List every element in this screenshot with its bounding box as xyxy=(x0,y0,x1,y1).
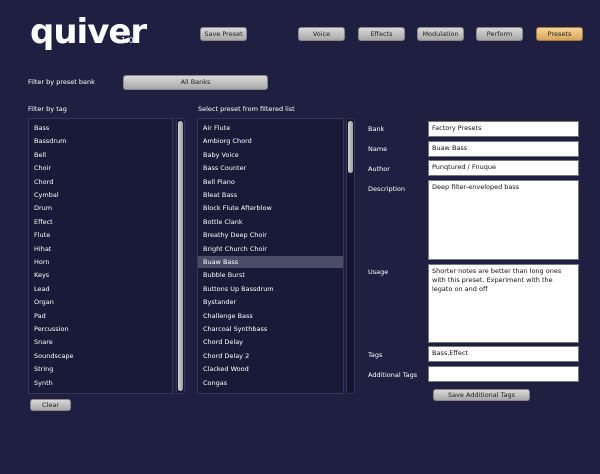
tag-list-item[interactable]: Keys xyxy=(29,269,172,281)
preset-list-item[interactable]: Bleat Bass xyxy=(198,189,343,201)
tag-list-item[interactable]: Flute xyxy=(29,229,172,241)
version-label: 1.0 xyxy=(121,36,134,45)
preset-list-item[interactable]: Baby Voice xyxy=(198,149,343,161)
additional-tags-label: Additional Tags xyxy=(368,371,418,379)
preset-list-item[interactable]: Chord Delay xyxy=(198,336,343,348)
tag-list-item[interactable]: Percussion xyxy=(29,323,172,335)
tag-list-item[interactable]: Choir xyxy=(29,162,172,174)
tab-perform[interactable]: Perform xyxy=(476,27,523,41)
preset-list-item[interactable]: Bystander xyxy=(198,296,343,308)
preset-list-item[interactable]: Breathy Deep Choir xyxy=(198,229,343,241)
quiver-logo: quiver xyxy=(30,12,147,52)
name-label: Name xyxy=(368,145,388,153)
tag-list-item[interactable]: Snare xyxy=(29,336,172,348)
preset-list-label: Select preset from filtered list xyxy=(198,105,295,113)
tag-list-item[interactable]: Effect xyxy=(29,216,172,228)
tag-list-item[interactable]: Horn xyxy=(29,256,172,268)
preset-list-item[interactable]: Congas xyxy=(198,377,343,389)
tag-list-item[interactable]: Bell xyxy=(29,149,172,161)
tag-list-item[interactable]: Lead xyxy=(29,283,172,295)
tag-list-item[interactable]: Soundscape xyxy=(29,350,172,362)
clear-tags-button[interactable]: Clear xyxy=(30,399,71,411)
bank-field: Factory Presets xyxy=(428,121,579,137)
preset-list-item[interactable]: Ambiorg Chord xyxy=(198,135,343,147)
bank-filter-dropdown[interactable]: All Banks xyxy=(123,75,268,90)
tag-list-scrollbar[interactable] xyxy=(176,118,185,394)
preset-list-item[interactable]: Bottle Clank xyxy=(198,216,343,228)
save-preset-button[interactable]: Save Preset xyxy=(200,27,247,41)
tag-list-item[interactable]: String xyxy=(29,363,172,375)
preset-list-item[interactable]: Bright Church Choir xyxy=(198,243,343,255)
additional-tags-field[interactable] xyxy=(428,366,579,382)
preset-list-item[interactable]: Buttons Up Bassdrum xyxy=(198,283,343,295)
preset-list-item[interactable]: Block Flute Afterblow xyxy=(198,202,343,214)
preset-list-item[interactable]: Challenge Bass xyxy=(198,310,343,322)
tag-list-scroll-thumb[interactable] xyxy=(178,121,183,391)
author-field[interactable]: Punqtured / Fnuque xyxy=(428,160,579,176)
tag-list-item[interactable]: Organ xyxy=(29,296,172,308)
tag-list-item[interactable]: Chord xyxy=(29,176,172,188)
tag-list-item[interactable]: Hihat xyxy=(29,243,172,255)
preset-list-item[interactable]: Charcoal Synthbass xyxy=(198,323,343,335)
tag-list-panel: Bass Bassdrum Bell Choir Chord Cymbal Drum Effe… xyxy=(28,118,173,394)
tag-list-item[interactable]: Cymbal xyxy=(29,189,172,201)
preset-list-item[interactable]: Bubble Burst xyxy=(198,269,343,281)
preset-list-item[interactable]: Chord Delay 2 xyxy=(198,350,343,362)
preset-list-scrollbar[interactable] xyxy=(346,118,355,394)
preset-list-item[interactable]: Bass Counter xyxy=(198,162,343,174)
preset-list-item[interactable]: Buaw Bass xyxy=(198,256,343,268)
name-field[interactable]: Buaw Bass xyxy=(428,141,579,157)
tag-list-item[interactable]: Synth xyxy=(29,377,172,389)
tags-label: Tags xyxy=(368,351,383,359)
author-label: Author xyxy=(368,165,390,173)
preset-list-panel: Air Flute Ambiorg Chord Baby Voice Bass Cou… xyxy=(197,118,344,394)
preset-list-scroll-thumb[interactable] xyxy=(348,121,353,173)
bank-label: Bank xyxy=(368,125,385,133)
tab-voice[interactable]: Voice xyxy=(298,27,345,41)
tab-presets[interactable]: Presets xyxy=(536,27,583,41)
description-field[interactable]: Deep filter-enveloped bass xyxy=(428,180,579,260)
usage-field[interactable]: Shorter notes are better than long ones … xyxy=(428,264,579,343)
bank-filter-label: Filter by preset bank xyxy=(28,78,95,86)
tag-list-item[interactable]: Bassdrum xyxy=(29,135,172,147)
tags-field: Bass,Effect xyxy=(428,346,579,362)
preset-list-item[interactable]: Air Flute xyxy=(198,122,343,134)
preset-list-item[interactable]: Clacked Wood xyxy=(198,363,343,375)
usage-label: Usage xyxy=(368,268,389,276)
tab-effects[interactable]: Effects xyxy=(358,27,405,41)
save-additional-tags-button[interactable]: Save Additional Tags xyxy=(433,389,530,401)
tag-list-item[interactable]: Drum xyxy=(29,202,172,214)
tag-list-item[interactable]: Bass xyxy=(29,122,172,134)
tag-filter-label: Filter by tag xyxy=(28,105,67,113)
description-label: Description xyxy=(368,185,406,193)
tab-modulation[interactable]: Modulation xyxy=(417,27,464,41)
preset-list-item[interactable]: Bell Piano xyxy=(198,176,343,188)
tag-list-item[interactable]: Pad xyxy=(29,310,172,322)
